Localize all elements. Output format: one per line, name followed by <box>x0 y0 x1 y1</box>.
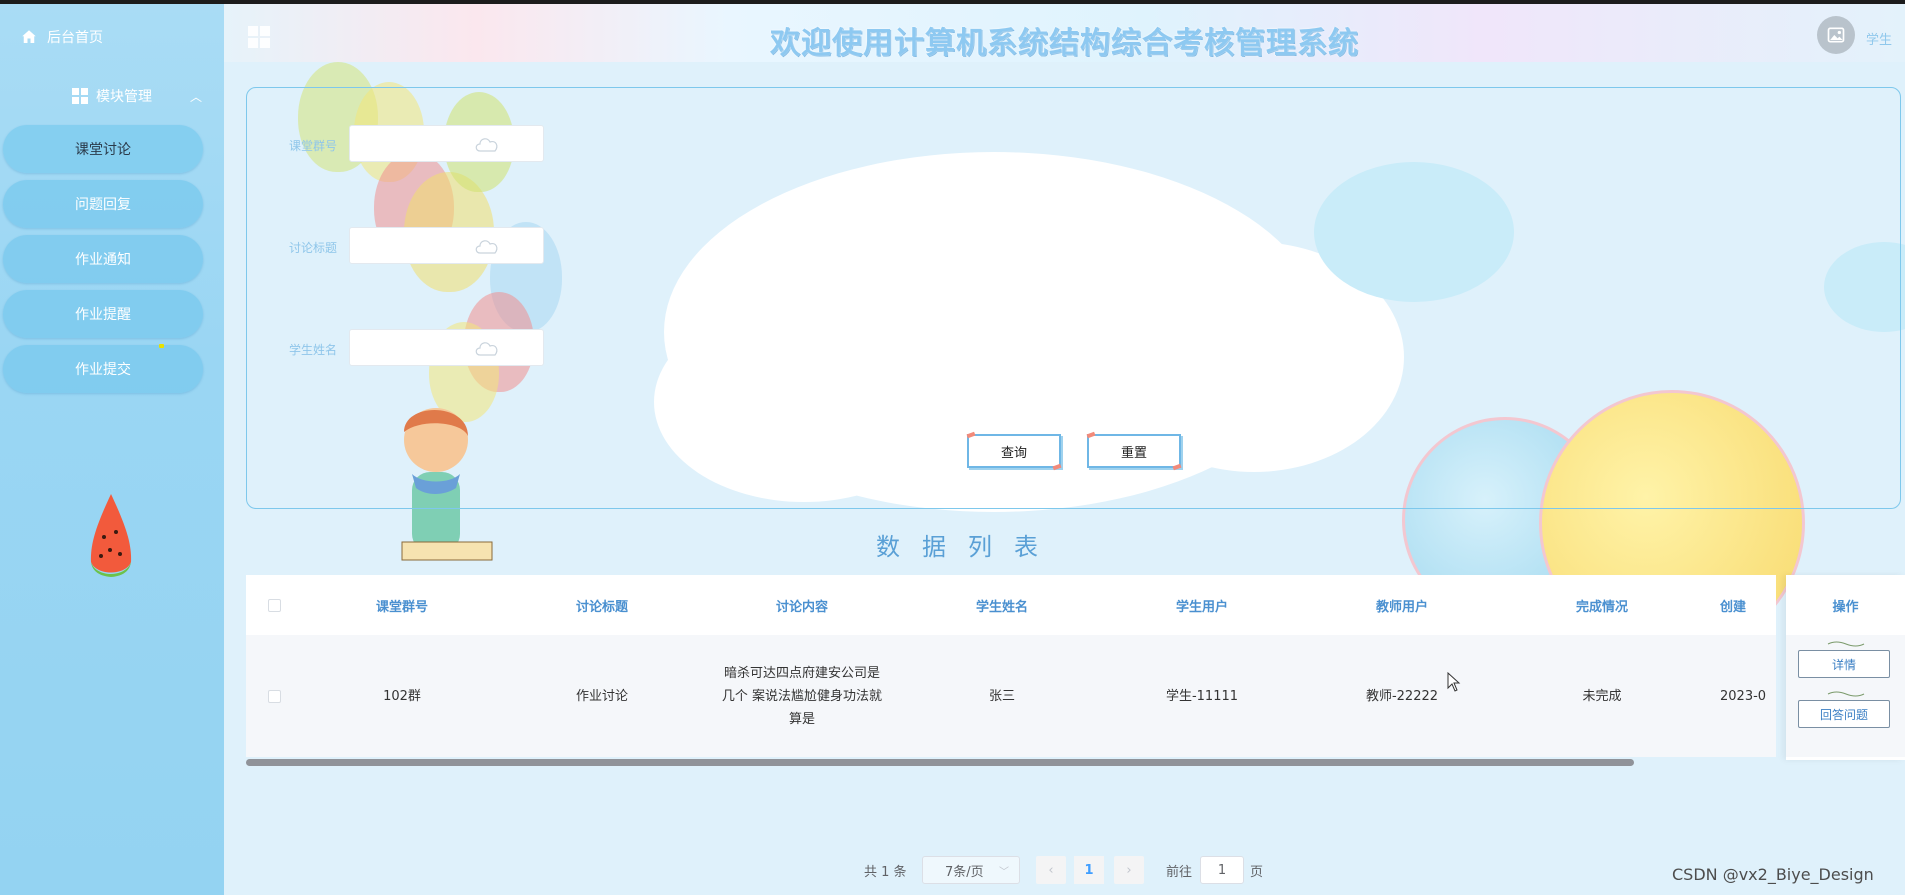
page-number-current[interactable]: 1 <box>1074 856 1104 884</box>
detail-button[interactable]: 详情 <box>1798 650 1890 678</box>
column-header[interactable]: 课堂群号 <box>302 575 502 635</box>
cloud-icon <box>475 342 498 356</box>
goto-suffix: 页 <box>1250 864 1264 880</box>
horizontal-scrollbar[interactable] <box>246 759 1634 766</box>
sidebar-item-label: 课堂讨论 <box>75 142 131 158</box>
header: 欢迎使用计算机系统结构综合考核管理系统 学生 <box>224 4 1905 62</box>
sidebar-item-homework-reminder[interactable]: 作业提醒 <box>3 290 203 338</box>
chevron-left-icon: ‹ <box>1048 862 1054 878</box>
search-label-student-name: 学生姓名 <box>289 343 338 357</box>
topic-input[interactable] <box>349 227 544 264</box>
cell-student-name: 张三 <box>988 688 1015 704</box>
cell-status: 未完成 <box>1582 688 1622 704</box>
avatar[interactable] <box>1817 16 1855 54</box>
row-checkbox[interactable] <box>267 689 281 703</box>
goto-page-input[interactable] <box>1200 856 1244 884</box>
cell-content-line: 算是 <box>788 711 815 727</box>
search-label-class-group: 课堂群号 <box>289 139 338 153</box>
grid-icon <box>72 88 88 104</box>
sidebar-item-homework-notice[interactable]: 作业通知 <box>3 235 203 283</box>
sidebar-group-module-management[interactable]: 模块管理 ︿ <box>72 86 202 106</box>
column-header[interactable]: 创建 <box>1702 575 1776 635</box>
operations-cell: 详情 回答问题 <box>1786 635 1905 757</box>
pagination-total: 共 1 条 <box>864 864 907 880</box>
cloud-icon <box>475 240 498 254</box>
sidebar-item-label: 问题回复 <box>75 197 131 213</box>
class-group-input[interactable] <box>349 125 544 162</box>
decor-dot <box>159 344 164 348</box>
home-icon <box>22 30 36 43</box>
list-title: 数据列表 <box>876 533 1060 561</box>
sidebar-item-question-reply[interactable]: 问题回复 <box>3 180 203 228</box>
watermark: CSDN @vx2_Biye_Design <box>1672 865 1874 884</box>
search-label-topic: 讨论标题 <box>289 241 338 255</box>
sidebar: 后台首页 模块管理 ︿ 课堂讨论 问题回复 作业通知 作业提醒 作业提交 <box>0 4 224 895</box>
cloud-icon <box>475 138 498 152</box>
chevron-down-icon: ﹀ <box>999 866 1009 878</box>
next-page-button[interactable]: › <box>1114 856 1144 884</box>
cell-content-line: 几个 案说法尴尬健身功法就 <box>721 688 883 704</box>
prev-page-button[interactable]: ‹ <box>1036 856 1066 884</box>
reset-button[interactable]: 重置 <box>1087 434 1181 468</box>
cell-topic: 作业讨论 <box>575 688 628 704</box>
mouse-cursor-icon <box>1447 672 1461 692</box>
page-size-select[interactable]: 7条/页 ﹀ <box>922 856 1020 884</box>
sidebar-home-label: 后台首页 <box>47 30 103 46</box>
chevron-right-icon: › <box>1126 862 1132 878</box>
select-all-checkbox[interactable] <box>267 598 281 612</box>
leaf-decoration-icon <box>1827 691 1865 697</box>
column-header[interactable]: 讨论内容 <box>702 575 902 635</box>
cell-content-line: 暗杀可达四点府建安公司是 <box>723 665 880 681</box>
query-button-label: 查询 <box>1000 445 1027 461</box>
cell-created: 2023-0 <box>1720 688 1767 704</box>
cell-class-group: 102群 <box>383 688 421 704</box>
sidebar-item-label: 作业提醒 <box>75 307 131 323</box>
sidebar-group-label: 模块管理 <box>96 89 152 105</box>
cell-teacher-user: 教师-22222 <box>1365 688 1439 704</box>
sidebar-item-homework-submit[interactable]: 作业提交 <box>3 345 203 393</box>
user-role-label[interactable]: 学生 <box>1866 29 1892 48</box>
leaf-decoration-icon <box>1827 641 1865 647</box>
reset-button-label: 重置 <box>1120 445 1147 461</box>
cell-content: 暗杀可达四点府建安公司是 几个 案说法尴尬健身功法就 算是 <box>702 635 902 757</box>
chevron-up-icon: ︿ <box>189 89 202 104</box>
header-checkbox-cell <box>246 575 302 635</box>
column-header: 操作 <box>1832 599 1859 615</box>
goto-prefix: 前往 <box>1166 864 1193 880</box>
sidebar-item-class-discussion[interactable]: 课堂讨论 <box>3 125 203 173</box>
data-table: 课堂群号 讨论标题 讨论内容 学生姓名 学生用户 教师用户 完成情况 创建 10… <box>246 575 1776 760</box>
page-size-value: 7条/页 <box>945 864 984 880</box>
page-title: 欢迎使用计算机系统结构综合考核管理系统 <box>770 26 1359 61</box>
watermelon-icon <box>90 494 132 577</box>
image-icon <box>1827 27 1845 43</box>
query-button[interactable]: 查询 <box>967 434 1061 468</box>
table-row: 102群 作业讨论 暗杀可达四点府建安公司是 几个 案说法尴尬健身功法就 算是 … <box>246 635 1776 757</box>
operations-column: 操作 详情 回答问题 <box>1786 575 1905 760</box>
table-header: 课堂群号 讨论标题 讨论内容 学生姓名 学生用户 教师用户 完成情况 创建 <box>246 575 1776 635</box>
column-header[interactable]: 完成情况 <box>1502 575 1702 635</box>
sidebar-item-label: 作业提交 <box>75 362 131 378</box>
column-header[interactable]: 学生用户 <box>1102 575 1302 635</box>
answer-question-button[interactable]: 回答问题 <box>1798 700 1890 728</box>
column-header[interactable]: 教师用户 <box>1302 575 1502 635</box>
column-header[interactable]: 学生姓名 <box>902 575 1102 635</box>
sidebar-item-label: 作业通知 <box>75 252 131 268</box>
column-header[interactable]: 讨论标题 <box>502 575 702 635</box>
cell-student-user: 学生-11111 <box>1165 688 1239 704</box>
sidebar-home-link[interactable]: 后台首页 <box>20 26 103 48</box>
student-name-input[interactable] <box>349 329 544 366</box>
row-checkbox-cell <box>246 635 302 757</box>
